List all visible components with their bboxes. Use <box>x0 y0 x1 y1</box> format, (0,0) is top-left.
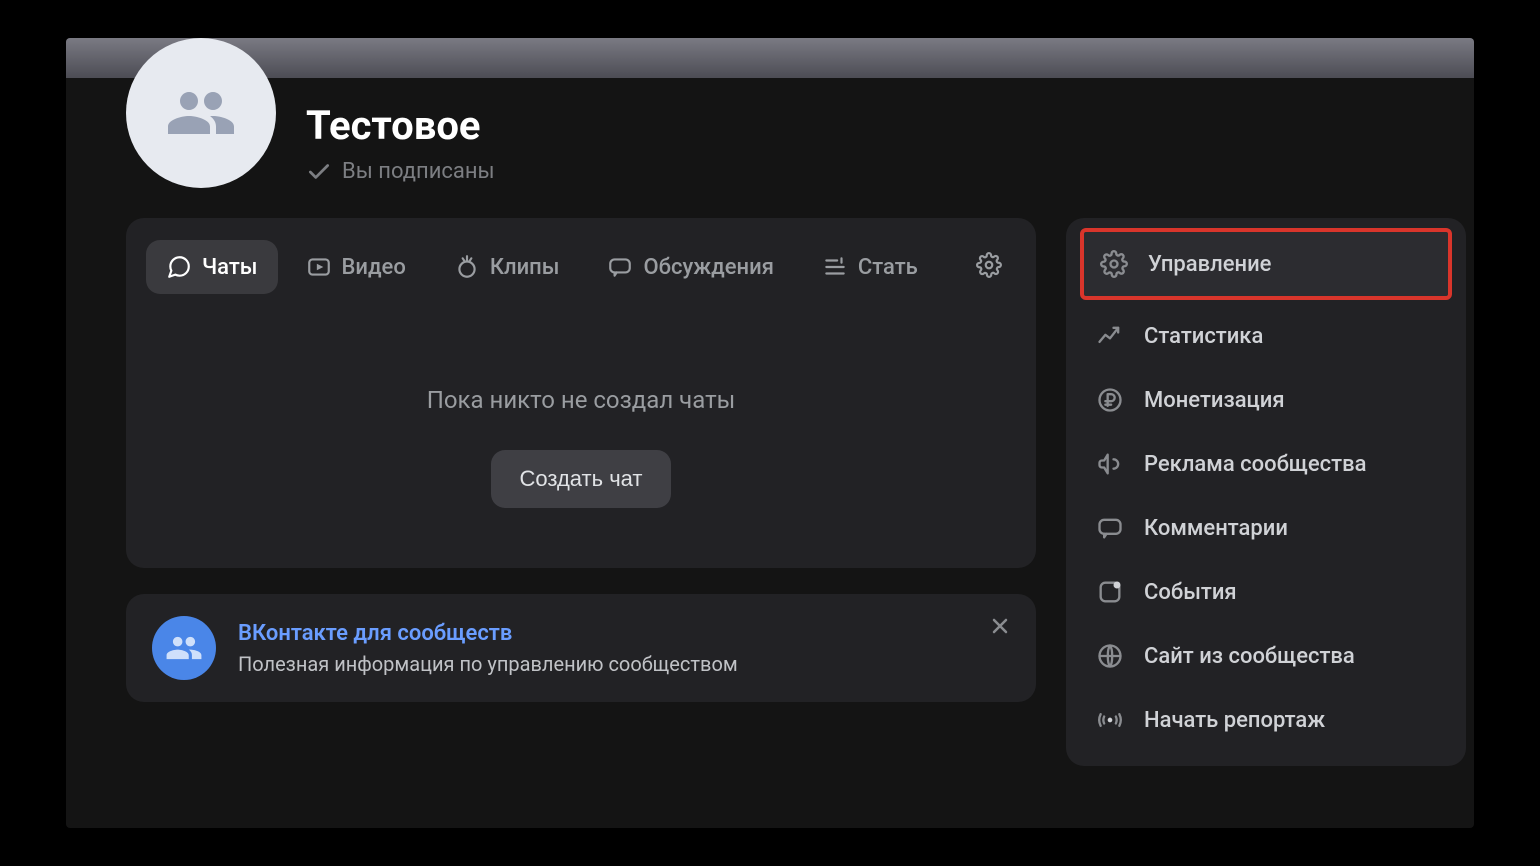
tab-video-label: Видео <box>342 255 406 280</box>
sidebar-item-label: Начать репортаж <box>1144 708 1325 733</box>
gear-icon <box>1100 250 1128 278</box>
create-chat-button[interactable]: Создать чат <box>491 450 670 508</box>
ruble-icon <box>1096 386 1124 414</box>
chats-icon <box>166 254 192 280</box>
tab-chats-label: Чаты <box>202 255 258 280</box>
sidebar-item-label: Реклама сообщества <box>1144 452 1366 477</box>
sidebar-item-label: События <box>1144 580 1237 605</box>
tab-discussions[interactable]: Обсуждения <box>587 240 793 294</box>
promo-close-button[interactable] <box>988 614 1012 642</box>
comment-icon <box>1096 514 1124 542</box>
subscribed-status[interactable]: Вы подписаны <box>306 159 495 185</box>
side-panel: Управление Статистика Монетизация Реклам… <box>1066 218 1466 766</box>
tab-clips-label: Клипы <box>490 255 560 280</box>
gear-icon <box>976 252 1002 278</box>
main-panel: Чаты Видео Клипы Обсуждения <box>126 218 1036 568</box>
sidebar-item-label: Монетизация <box>1144 388 1285 413</box>
sidebar-item-label: Управление <box>1148 252 1271 277</box>
promo-text-block: ВКонтакте для сообществ Полезная информа… <box>238 621 1010 676</box>
sidebar-item-label: Сайт из сообщества <box>1144 644 1355 669</box>
sidebar-item-label: Статистика <box>1144 324 1263 349</box>
sidebar-item-label: Комментарии <box>1144 516 1288 541</box>
community-placeholder-icon <box>165 77 237 149</box>
tab-articles[interactable]: Стать <box>802 240 938 294</box>
sidebar-item-events[interactable]: События <box>1066 560 1466 624</box>
sidebar-item-statistics[interactable]: Статистика <box>1066 304 1466 368</box>
community-header: Тестовое Вы подписаны <box>66 78 1474 218</box>
chart-icon <box>1096 322 1124 350</box>
check-icon <box>306 159 332 185</box>
tab-discussions-label: Обсуждения <box>643 255 773 280</box>
globe-icon <box>1096 642 1124 670</box>
clips-icon <box>454 254 480 280</box>
tabs-row: Чаты Видео Клипы Обсуждения <box>146 238 1016 296</box>
sidebar-item-comments[interactable]: Комментарии <box>1066 496 1466 560</box>
empty-message: Пока никто не создал чаты <box>146 386 1016 414</box>
community-avatar[interactable] <box>126 38 276 188</box>
sidebar-item-advertising[interactable]: Реклама сообщества <box>1066 432 1466 496</box>
tab-clips[interactable]: Клипы <box>434 240 580 294</box>
sidebar-item-monetization[interactable]: Монетизация <box>1066 368 1466 432</box>
empty-state: Пока никто не создал чаты Создать чат <box>146 296 1016 538</box>
tab-video[interactable]: Видео <box>286 240 426 294</box>
promo-panel[interactable]: ВКонтакте для сообществ Полезная информа… <box>126 594 1036 702</box>
megaphone-icon <box>1096 450 1124 478</box>
highlight-box: Управление <box>1080 228 1452 300</box>
app-window: Тестовое Вы подписаны Чаты Видео <box>66 38 1474 828</box>
title-block: Тестовое Вы подписаны <box>306 82 495 185</box>
sidebar-item-reportage[interactable]: Начать репортаж <box>1066 688 1466 752</box>
community-title: Тестовое <box>306 102 495 149</box>
bell-notification-icon <box>1096 578 1124 606</box>
close-icon <box>988 614 1012 638</box>
tabs-settings-button[interactable] <box>962 238 1016 296</box>
community-small-icon <box>165 629 203 667</box>
promo-title: ВКонтакте для сообществ <box>238 621 1010 646</box>
tab-articles-label: Стать <box>858 255 918 280</box>
promo-avatar <box>152 616 216 680</box>
articles-icon <box>822 254 848 280</box>
discussions-icon <box>607 254 633 280</box>
broadcast-icon <box>1096 706 1124 734</box>
sidebar-item-management[interactable]: Управление <box>1084 232 1448 296</box>
tab-chats[interactable]: Чаты <box>146 240 278 294</box>
content-row: Чаты Видео Клипы Обсуждения <box>66 218 1474 766</box>
subscribed-label: Вы подписаны <box>342 159 495 184</box>
sidebar-item-website[interactable]: Сайт из сообщества <box>1066 624 1466 688</box>
promo-subtitle: Полезная информация по управлению сообще… <box>238 652 1010 676</box>
video-icon <box>306 254 332 280</box>
left-column: Чаты Видео Клипы Обсуждения <box>126 218 1036 766</box>
